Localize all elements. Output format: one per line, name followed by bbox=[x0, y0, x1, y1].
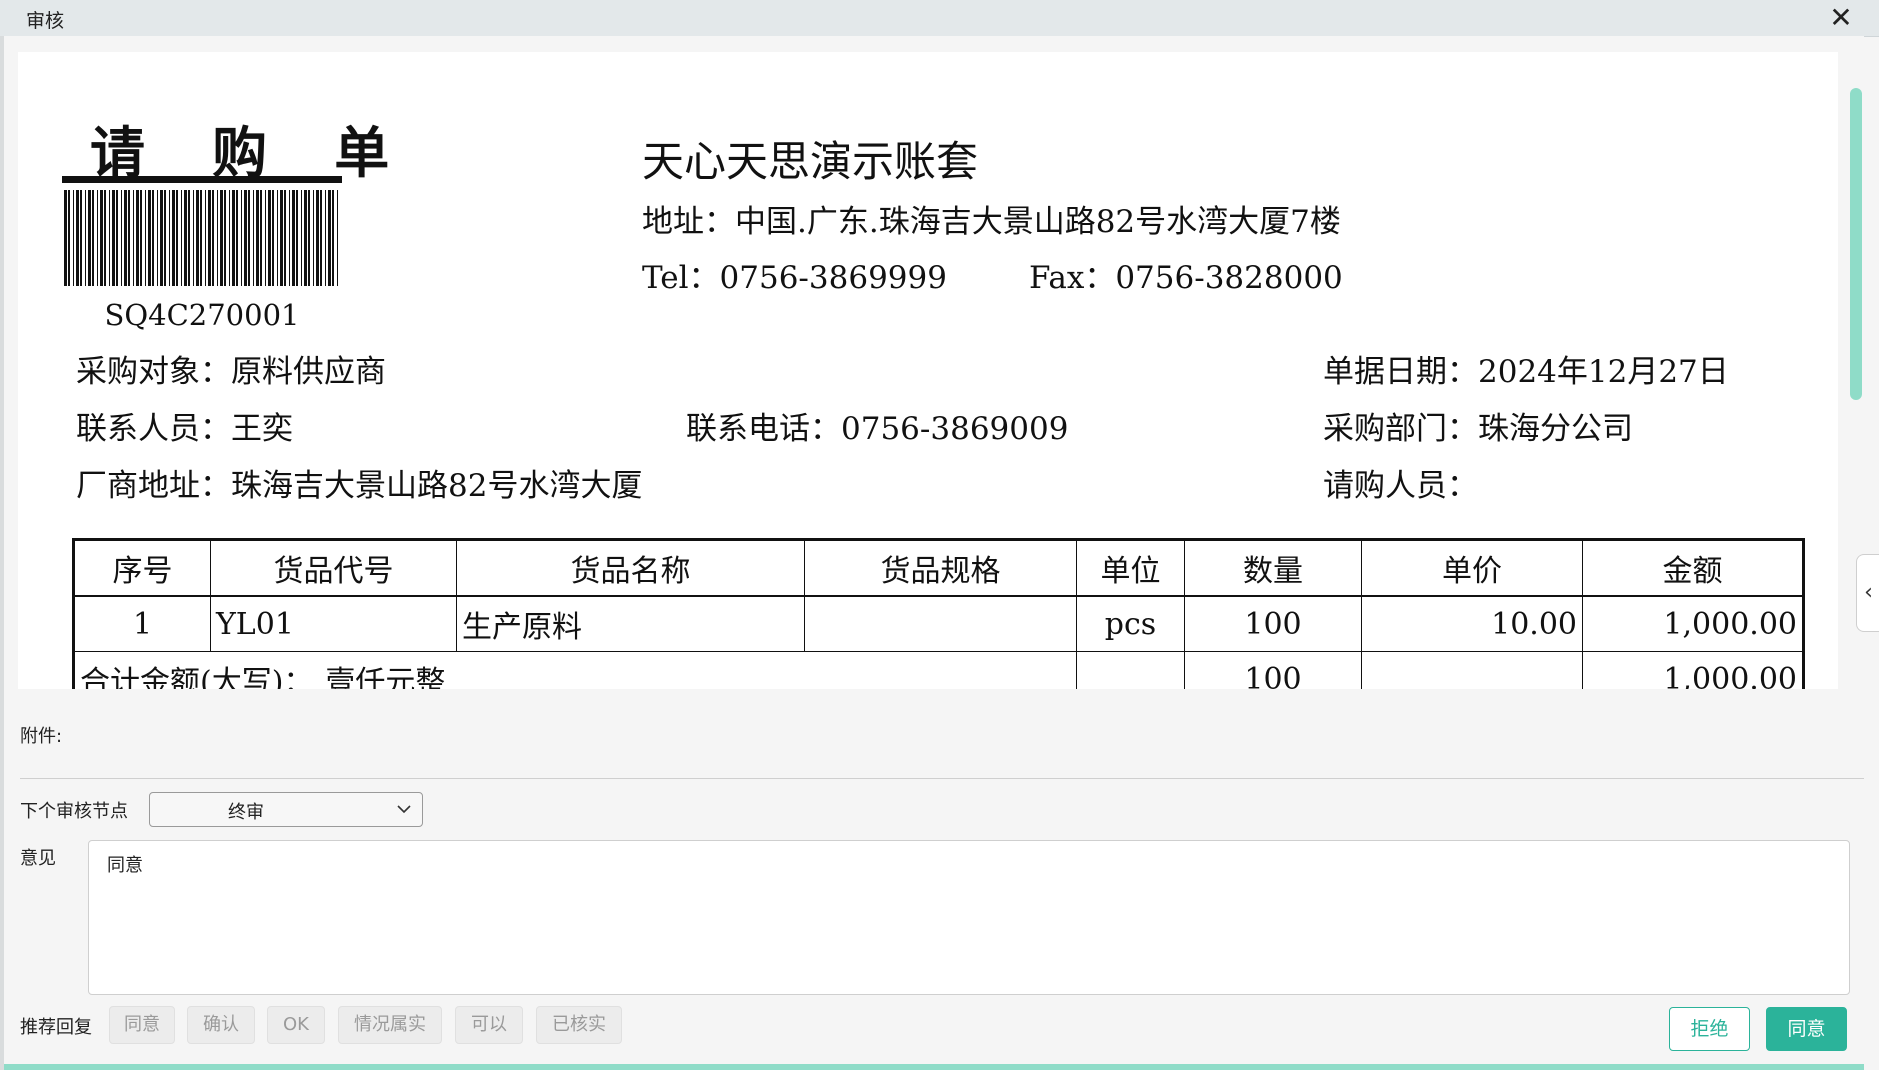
divider bbox=[20, 778, 1864, 779]
header-price: 单价 bbox=[1361, 539, 1583, 597]
total-qty: 100 bbox=[1184, 651, 1362, 689]
next-node-label: 下个审核节点 bbox=[20, 801, 128, 822]
recommend-chip-verified-true[interactable]: 情况属实 bbox=[338, 1006, 442, 1044]
company-tel: Tel：0756-3869999 bbox=[642, 260, 947, 296]
header-qty: 数量 bbox=[1184, 539, 1362, 597]
company-contact: Tel：0756-3869999 Fax：0756-3828000 bbox=[642, 252, 1343, 297]
recommend-label: 推荐回复 bbox=[20, 1017, 92, 1038]
cell-seq: 1 bbox=[73, 595, 211, 652]
recommend-chip-confirm[interactable]: 确认 bbox=[187, 1006, 255, 1044]
reject-button[interactable]: 拒绝 bbox=[1669, 1007, 1750, 1051]
header-unit: 单位 bbox=[1076, 539, 1185, 597]
barcode-number: SQ4C270001 bbox=[104, 298, 300, 332]
cell-amount: 1,000.00 bbox=[1582, 595, 1804, 652]
contact-person: 联系人员：王奕 bbox=[76, 411, 293, 447]
total-words: 壹仟元整 bbox=[325, 665, 446, 689]
table-row: 1 YL01 生产原料 pcs 100 10.00 1,000.00 bbox=[73, 595, 1804, 652]
table-header-row: 序号 货品代号 货品名称 货品规格 单位 数量 单价 金额 bbox=[73, 539, 1804, 597]
barcode-icon bbox=[62, 176, 342, 296]
header-amount: 金额 bbox=[1582, 539, 1804, 597]
purchase-target: 采购对象：原料供应商 bbox=[76, 354, 386, 390]
recommend-chip-ok[interactable]: OK bbox=[267, 1006, 325, 1044]
contact-phone: 联系电话：0756-3869009 bbox=[686, 411, 1069, 447]
bottom-accent-bar bbox=[4, 1064, 1864, 1070]
document-preview[interactable]: 请 购 单 SQ4C270001 天心天思演示账套 地址：中国.广东.珠海吉大景… bbox=[4, 36, 1864, 689]
recommend-chip-agree[interactable]: 同意 bbox=[109, 1006, 175, 1044]
total-amount: 1,000.00 bbox=[1582, 651, 1804, 689]
chevron-left-icon[interactable]: ‹ bbox=[1856, 554, 1879, 632]
title-bar: 审核 ✕ bbox=[0, 0, 1879, 37]
dialog-title: 审核 bbox=[26, 10, 65, 32]
opinion-textarea[interactable]: 同意 bbox=[88, 840, 1850, 995]
total-unit-cell bbox=[1076, 651, 1185, 689]
document-scrollbar[interactable] bbox=[1850, 88, 1862, 400]
recommend-chip-ok-cn[interactable]: 可以 bbox=[455, 1006, 523, 1044]
total-label-cell: 合计金额(大写)： 壹仟元整 bbox=[73, 651, 1077, 689]
close-icon[interactable]: ✕ bbox=[1825, 2, 1857, 34]
header-name: 货品名称 bbox=[456, 539, 805, 597]
header-code: 货品代号 bbox=[210, 539, 457, 597]
next-node-value: 终审 bbox=[228, 802, 264, 823]
opinion-label: 意见 bbox=[20, 848, 56, 869]
approve-button[interactable]: 同意 bbox=[1766, 1007, 1847, 1051]
header-seq: 序号 bbox=[73, 539, 211, 597]
items-table: 序号 货品代号 货品名称 货品规格 单位 数量 单价 金额 1 YL01 生产原… bbox=[72, 538, 1805, 689]
recommend-chip-checked[interactable]: 已核实 bbox=[536, 1006, 622, 1044]
vendor-address: 厂商地址：珠海吉大景山路82号水湾大厦 bbox=[76, 468, 643, 504]
cell-name: 生产原料 bbox=[456, 595, 805, 652]
purchase-department: 采购部门：珠海分公司 bbox=[1323, 411, 1633, 447]
cell-code: YL01 bbox=[210, 595, 457, 652]
table-total-row: 合计金额(大写)： 壹仟元整 100 1,000.00 bbox=[73, 651, 1804, 689]
company-address: 地址：中国.广东.珠海吉大景山路82号水湾大厦7楼 bbox=[642, 204, 1341, 240]
cell-qty: 100 bbox=[1184, 595, 1362, 652]
requester: 请购人员： bbox=[1323, 468, 1478, 504]
header-spec: 货品规格 bbox=[804, 539, 1077, 597]
company-name: 天心天思演示账套 bbox=[642, 137, 979, 186]
next-node-select[interactable]: 终审 bbox=[149, 792, 423, 827]
company-fax: Fax：0756-3828000 bbox=[1028, 260, 1343, 296]
cell-price: 10.00 bbox=[1361, 595, 1583, 652]
cell-unit: pcs bbox=[1076, 595, 1185, 652]
audit-dialog: 审核 ✕ 请 购 单 SQ4C270001 天心天思演示账套 地址：中国.广东.… bbox=[0, 0, 1879, 1070]
audit-panel: 附件: 下个审核节点 终审 意见 同意 推荐回复 同意 确认 OK 情况属实 可… bbox=[4, 689, 1864, 1070]
document-paper: 请 购 单 SQ4C270001 天心天思演示账套 地址：中国.广东.珠海吉大景… bbox=[18, 52, 1838, 689]
cell-spec bbox=[804, 595, 1077, 652]
barcode-graphic bbox=[62, 176, 342, 286]
document-date: 单据日期：2024年12月27日 bbox=[1323, 354, 1729, 390]
opinion-text: 同意 bbox=[107, 855, 143, 876]
chevron-down-icon bbox=[397, 805, 411, 814]
total-label: 合计金额(大写)： bbox=[80, 665, 314, 689]
attachment-label: 附件: bbox=[20, 726, 63, 747]
total-price-cell bbox=[1361, 651, 1583, 689]
